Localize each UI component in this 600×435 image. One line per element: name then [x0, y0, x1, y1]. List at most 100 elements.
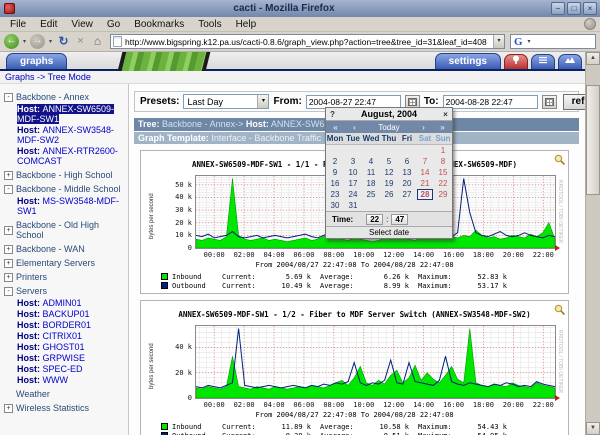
stop-button-icon[interactable]: × [73, 34, 88, 49]
calendar-day-1[interactable]: 1 [434, 146, 452, 155]
forward-button-icon[interactable]: → [30, 34, 45, 49]
sidebar-host-annex-rtr2600-comcast[interactable]: Host: ANNEX-RTR2600-COMCAST [17, 146, 126, 166]
menu-bookmarks[interactable]: Bookmarks [127, 19, 191, 30]
calendar-day-5[interactable]: 5 [380, 157, 398, 166]
calendar-day-13[interactable]: 13 [398, 168, 416, 177]
tab-graphs[interactable]: graphs [6, 53, 67, 69]
calendar-day-15[interactable]: 15 [434, 168, 452, 177]
menu-file[interactable]: File [3, 19, 33, 30]
menu-view[interactable]: View [64, 19, 100, 30]
sidebar-host-border01[interactable]: Host: BORDER01 [17, 320, 126, 330]
calendar-day-29[interactable]: 29 [434, 190, 452, 199]
calendar-day-18[interactable]: 18 [362, 179, 380, 188]
to-date-input[interactable]: 2004-08-28 22:47 [443, 95, 538, 109]
expand-icon[interactable]: + [4, 404, 13, 413]
sidebar-host-backup01[interactable]: Host: BACKUP01 [17, 309, 126, 319]
calendar-day-24[interactable]: 24 [344, 190, 362, 199]
close-button[interactable]: × [583, 2, 597, 15]
sidebar-branch-backbone-wan[interactable]: +Backbone - WAN [4, 244, 126, 254]
minute-field[interactable]: 47 [391, 214, 408, 225]
calendar-day-21[interactable]: 21 [416, 179, 434, 188]
calendar-day-17[interactable]: 17 [344, 179, 362, 188]
calendar-day-3[interactable]: 3 [344, 157, 362, 166]
back-dropdown-icon[interactable]: ▾ [21, 38, 28, 45]
prev-year-button[interactable]: « [326, 123, 345, 132]
calendar-day-31[interactable]: 31 [344, 201, 362, 210]
sidebar-host-annex-sw3548-mdf-sw2[interactable]: Host: ANNEX-SW3548-MDF-SW2 [17, 125, 126, 145]
expand-icon[interactable]: + [4, 226, 13, 235]
calendar-day-7[interactable]: 7 [416, 157, 434, 166]
tab-settings[interactable]: settings [435, 53, 501, 69]
prev-month-button[interactable]: ‹ [345, 123, 364, 132]
calendar-day-8[interactable]: 8 [434, 157, 452, 166]
collapse-icon[interactable]: - [4, 185, 13, 194]
search-input[interactable]: G ▾ [510, 34, 596, 49]
menu-edit[interactable]: Edit [33, 19, 64, 30]
collapse-icon[interactable]: - [4, 93, 13, 102]
sidebar-branch-weather[interactable]: Weather [16, 389, 126, 399]
sidebar-host-annex-sw6509-mdf-sw1[interactable]: Host: ANNEX-SW6509-MDF-SW1 [17, 104, 126, 124]
next-month-button[interactable]: › [414, 123, 433, 132]
search-dropdown-icon[interactable]: ▾ [526, 38, 533, 45]
sidebar-host-ghost01[interactable]: Host: GHOST01 [17, 342, 126, 352]
calendar-day-9[interactable]: 9 [326, 168, 344, 177]
breadcrumb-graphs-link[interactable]: Graphs [5, 72, 35, 82]
expand-icon[interactable]: + [4, 273, 13, 282]
titlebar[interactable]: cacti - Mozilla Firefox − □ × [0, 0, 600, 17]
sidebar-branch-wireless-statistics[interactable]: +Wireless Statistics [4, 403, 126, 413]
url-bar[interactable]: http://www.bigspring.k12.pa.us/cacti-0.8… [110, 34, 505, 49]
calendar-day-20[interactable]: 20 [398, 179, 416, 188]
sidebar-branch-printers[interactable]: +Printers [4, 272, 126, 282]
menu-go[interactable]: Go [100, 19, 127, 30]
expand-icon[interactable]: + [4, 171, 13, 180]
url-text[interactable]: http://www.bigspring.k12.pa.us/cacti-0.8… [125, 37, 493, 47]
maximize-button[interactable]: □ [567, 2, 581, 15]
menu-help[interactable]: Help [229, 19, 264, 30]
expand-icon[interactable]: + [4, 259, 13, 268]
scroll-down-button[interactable]: ▼ [586, 422, 600, 435]
collapse-icon[interactable]: - [4, 287, 13, 296]
minimize-button[interactable]: − [551, 2, 565, 15]
home-button-icon[interactable]: ⌂ [90, 34, 105, 49]
to-calendar-button[interactable] [542, 95, 557, 109]
refresh-button[interactable]: refresh [563, 94, 585, 110]
list-view-button[interactable] [531, 54, 555, 69]
sidebar-branch-backbone-old-high-school[interactable]: +Backbone - Old High School [4, 220, 126, 240]
sidebar-host-www[interactable]: Host: WWW [17, 375, 126, 385]
calendar-help-button[interactable]: ? [326, 110, 339, 119]
sidebar-branch-elementary-servers[interactable]: +Elementary Servers [4, 258, 126, 268]
calendar-day-27[interactable]: 27 [398, 190, 416, 199]
calendar-day-10[interactable]: 10 [344, 168, 362, 177]
calendar-day-2[interactable]: 2 [326, 157, 344, 166]
url-dropdown-icon[interactable]: ▾ [493, 35, 504, 48]
scrollbar-track[interactable] [586, 65, 600, 422]
sidebar-branch-servers[interactable]: -Servers [4, 286, 126, 296]
page-scrollbar[interactable]: ▲ ▼ [585, 52, 600, 435]
calendar-day-12[interactable]: 12 [380, 168, 398, 177]
sidebar-branch-backbone-middle-school[interactable]: -Backbone - Middle School [4, 184, 126, 194]
calendar-day-6[interactable]: 6 [398, 157, 416, 166]
forward-dropdown-icon[interactable]: ▾ [47, 38, 54, 45]
sidebar-branch-backbone-annex[interactable]: -Backbone - Annex [4, 92, 126, 102]
calendar-day-28[interactable]: 28 [417, 189, 433, 200]
graph-zoom-icon[interactable] [554, 153, 566, 165]
calendar-day-4[interactable]: 4 [362, 157, 380, 166]
calendar-day-26[interactable]: 26 [380, 190, 398, 199]
reload-button-icon[interactable]: ↻ [56, 34, 71, 49]
calendar-day-11[interactable]: 11 [362, 168, 380, 177]
expand-icon[interactable]: + [4, 245, 13, 254]
sidebar-host-ms-sw3548-mdf-sw1[interactable]: Host: MS-SW3548-MDF-SW1 [17, 196, 126, 216]
today-button[interactable]: Today [364, 123, 414, 132]
calendar-day-23[interactable]: 23 [326, 190, 344, 199]
calendar-day-19[interactable]: 19 [380, 179, 398, 188]
calendar-day-22[interactable]: 22 [434, 179, 452, 188]
menu-tools[interactable]: Tools [191, 19, 228, 30]
calendar-day-30[interactable]: 30 [326, 201, 344, 210]
scroll-up-button[interactable]: ▲ [586, 52, 600, 65]
graph-zoom-icon[interactable] [554, 303, 566, 315]
sidebar-host-citrix01[interactable]: Host: CITRIX01 [17, 331, 126, 341]
sidebar-host-admin01[interactable]: Host: ADMIN01 [17, 298, 126, 308]
sidebar-host-spec-ed[interactable]: Host: SPEC-ED [17, 364, 126, 374]
select-dropdown-icon[interactable]: ▾ [257, 95, 268, 108]
preview-view-button[interactable] [558, 54, 582, 69]
